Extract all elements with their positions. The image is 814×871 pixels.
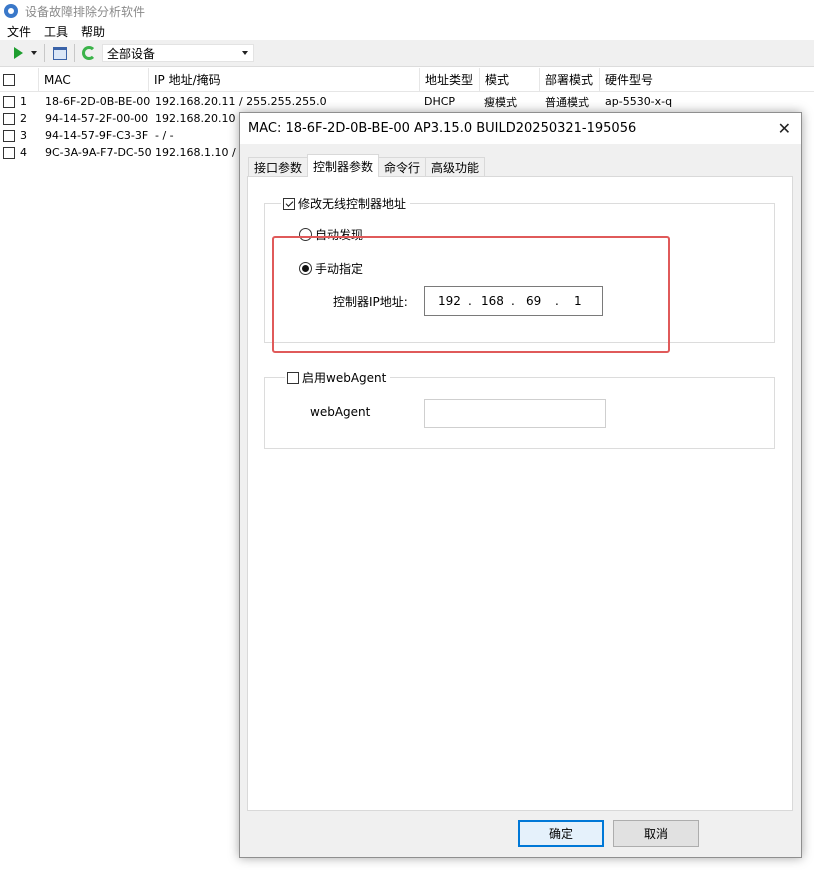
checkbox[interactable] [3, 146, 15, 159]
row-address-type: DHCP [424, 95, 456, 108]
column-divider[interactable] [539, 68, 540, 92]
row-ip: 192.168.20.11 / 255.255.255.0 [155, 95, 327, 108]
app-title: 设备故障排除分析软件 [25, 4, 146, 19]
select-all-checkbox[interactable] [3, 68, 15, 91]
table-row[interactable]: 1 18-6F-2D-0B-BE-00 192.168.20.11 / 255.… [0, 93, 814, 110]
checkbox[interactable] [3, 112, 15, 125]
modify-controller-checkbox[interactable] [283, 197, 295, 210]
column-divider[interactable] [38, 68, 39, 92]
column-header-mac[interactable]: MAC [44, 68, 71, 91]
tab-command-line[interactable]: 命令行 [378, 157, 427, 177]
webagent-group: 启用webAgent webAgent [264, 369, 775, 449]
window-icon [53, 46, 67, 60]
menu-help[interactable]: 帮助 [75, 23, 111, 40]
webagent-legend: 启用webAgent [285, 369, 391, 386]
highlight-box [272, 236, 670, 353]
chevron-down-icon[interactable] [31, 51, 37, 55]
refresh-button[interactable] [82, 43, 96, 63]
tab-controller-params[interactable]: 控制器参数 [307, 154, 380, 177]
device-filter-value: 全部设备 [107, 46, 156, 61]
row-mode: 瘦模式 [484, 95, 517, 109]
table-header: MAC IP 地址/掩码 地址类型 模式 部署模式 硬件型号 [0, 68, 814, 92]
checkbox[interactable] [3, 73, 15, 86]
row-index: 4 [20, 146, 27, 159]
cancel-button[interactable]: 取消 [613, 820, 699, 847]
column-header-address-type[interactable]: 地址类型 [425, 68, 473, 91]
row-checkbox[interactable] [3, 127, 15, 144]
toolbar-divider [44, 44, 45, 62]
tab-advanced[interactable]: 高级功能 [425, 157, 486, 177]
row-checkbox[interactable] [3, 144, 15, 161]
start-button[interactable] [0, 43, 37, 63]
menu-file[interactable]: 文件 [1, 23, 37, 40]
row-checkbox[interactable] [3, 93, 15, 110]
row-mac: 94-14-57-2F-00-00 [45, 112, 149, 125]
enable-webagent-checkbox[interactable] [287, 371, 299, 384]
column-divider[interactable] [419, 68, 420, 92]
row-deploy-mode: 普通模式 [545, 95, 589, 109]
column-divider[interactable] [148, 68, 149, 92]
column-header-mode[interactable]: 模式 [485, 68, 509, 91]
checkbox[interactable] [3, 129, 15, 142]
toolbar-divider [74, 44, 75, 62]
column-divider[interactable] [599, 68, 600, 92]
row-index: 3 [20, 129, 27, 142]
enable-webagent-label: 启用webAgent [302, 371, 387, 385]
chevron-down-icon [242, 51, 248, 55]
webagent-input[interactable] [424, 399, 606, 428]
device-settings-dialog: MAC: 18-6F-2D-0B-BE-00 AP3.15.0 BUILD202… [239, 112, 802, 858]
column-header-deploy-mode[interactable]: 部署模式 [545, 68, 593, 91]
tab-interface-params[interactable]: 接口参数 [248, 157, 309, 177]
dialog-title: MAC: 18-6F-2D-0B-BE-00 AP3.15.0 BUILD202… [248, 121, 637, 136]
column-header-hardware-model[interactable]: 硬件型号 [605, 68, 653, 91]
row-mac: 94-14-57-9F-C3-3F [45, 129, 149, 142]
row-checkbox[interactable] [3, 110, 15, 127]
row-ip: 192.168.1.10 / 2 [155, 146, 247, 159]
modify-controller-label: 修改无线控制器地址 [298, 197, 407, 211]
close-icon[interactable]: ✕ [778, 119, 791, 138]
device-filter-select[interactable]: 全部设备 [102, 44, 254, 62]
row-ip: - / - [155, 129, 174, 142]
dialog-tabs: 接口参数 控制器参数 命令行 高级功能 [248, 154, 486, 177]
column-divider[interactable] [479, 68, 480, 92]
menu-tools[interactable]: 工具 [38, 23, 74, 40]
webagent-field-label: webAgent [310, 405, 371, 419]
toolbar: 全部设备 [0, 40, 814, 67]
window-button[interactable] [53, 43, 67, 63]
menu-bar: 文件 工具 帮助 [0, 22, 814, 40]
app-icon [4, 4, 18, 18]
ok-button[interactable]: 确定 [518, 820, 604, 847]
refresh-icon [82, 46, 96, 60]
row-mac: 18-6F-2D-0B-BE-00 [45, 95, 151, 108]
column-header-ip[interactable]: IP 地址/掩码 [154, 68, 221, 91]
checkbox[interactable] [3, 95, 15, 108]
row-index: 2 [20, 112, 27, 125]
controller-address-legend: 修改无线控制器地址 [281, 195, 411, 212]
dialog-titlebar[interactable]: MAC: 18-6F-2D-0B-BE-00 AP3.15.0 BUILD202… [240, 113, 801, 144]
app-titlebar: 设备故障排除分析软件 [0, 0, 814, 22]
row-hardware-model: ap-5530-x-q [605, 95, 673, 108]
row-mac: 9C-3A-9A-F7-DC-50 [45, 146, 152, 159]
play-icon [14, 47, 23, 59]
row-index: 1 [20, 95, 27, 108]
